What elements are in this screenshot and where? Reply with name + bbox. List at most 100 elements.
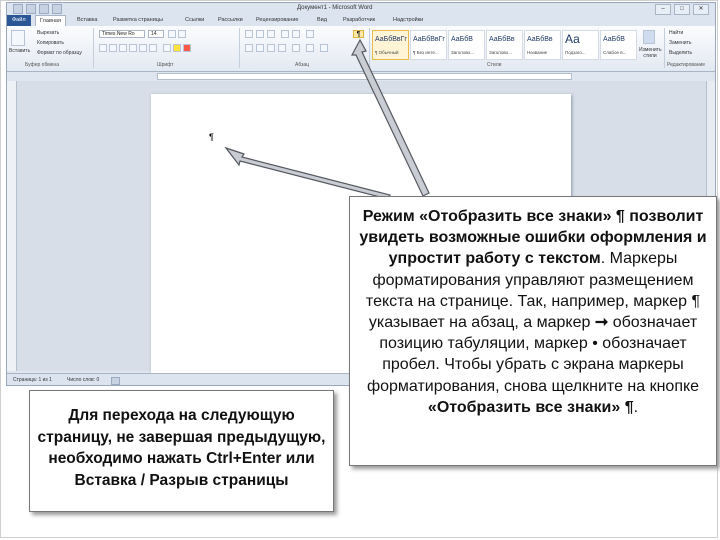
status-page[interactable]: Страница: 1 из 1 — [13, 377, 52, 383]
paste-button[interactable]: Вставить — [9, 48, 30, 54]
save-icon[interactable] — [26, 4, 36, 14]
decrease-indent-icon[interactable] — [281, 30, 289, 38]
ribbon-separator — [664, 28, 665, 68]
title-bar: Документ1 - Microsoft Word – □ ✕ — [7, 3, 715, 15]
tab-review[interactable]: Рецензирование — [256, 17, 298, 23]
strikethrough-icon[interactable] — [129, 44, 137, 52]
style-name: ¶ Без инте... — [413, 50, 439, 55]
tab-file[interactable]: Файл — [7, 15, 31, 26]
highlight-icon[interactable] — [173, 44, 181, 52]
style-name: Слабое в... — [603, 50, 627, 55]
cut-button[interactable]: Вырезать — [37, 30, 59, 36]
redo-icon[interactable] — [52, 4, 62, 14]
grow-font-icon[interactable] — [168, 30, 176, 38]
tab-addins[interactable]: Надстройки — [393, 17, 423, 23]
shrink-font-icon[interactable] — [178, 30, 186, 38]
replace-button[interactable]: Заменить — [669, 40, 691, 46]
subscript-icon[interactable] — [139, 44, 147, 52]
ribbon: Вставить Вырезать Копировать Формат по о… — [7, 26, 715, 72]
tab-marker-arrow-icon: ➞ — [594, 314, 609, 332]
ribbon-separator — [369, 28, 370, 68]
tab-home[interactable]: Главная — [35, 15, 66, 26]
style-no-spacing[interactable]: АаБбВвГг ¶ Без инте... — [410, 30, 447, 60]
style-sample: АаБбВвГг — [413, 36, 445, 43]
italic-icon[interactable] — [109, 44, 117, 52]
change-styles-icon[interactable] — [643, 30, 655, 44]
increase-indent-icon[interactable] — [292, 30, 300, 38]
style-sample: АаБбВ — [603, 36, 625, 43]
format-painter-button[interactable]: Формат по образцу — [37, 50, 82, 56]
underline-icon[interactable] — [119, 44, 127, 52]
horizontal-ruler[interactable] — [7, 72, 715, 81]
style-subtle-emphasis[interactable]: АаБбВ Слабое в... — [600, 30, 637, 60]
status-words[interactable]: Число слов: 0 — [67, 377, 99, 383]
style-name: Подзаго... — [565, 50, 586, 55]
style-title[interactable]: АаБбВв Название — [524, 30, 561, 60]
show-all-marks-button[interactable]: ¶ — [353, 30, 364, 38]
align-center-icon[interactable] — [256, 44, 264, 52]
tab-insert[interactable]: Вставка — [77, 17, 97, 23]
language-icon[interactable] — [111, 377, 120, 385]
ribbon-tabs: Файл Главная Вставка Разметка страницы С… — [7, 15, 715, 26]
align-left-icon[interactable] — [245, 44, 253, 52]
style-name: ¶ Обычный — [375, 50, 399, 55]
style-sample: АаБбВ — [451, 36, 473, 43]
ribbon-separator — [93, 28, 94, 68]
word-app-icon — [13, 4, 23, 14]
undo-icon[interactable] — [39, 4, 49, 14]
tab-page-layout[interactable]: Разметка страницы — [113, 17, 163, 23]
page-break-text: Для перехода на следующую страницу, не з… — [37, 407, 326, 489]
font-color-icon[interactable] — [183, 44, 191, 52]
style-name: Заголово... — [451, 50, 474, 55]
clipboard-group-label: Буфер обмена — [25, 62, 59, 68]
numbering-icon[interactable] — [256, 30, 264, 38]
style-sample: Аа — [565, 32, 580, 46]
sort-icon[interactable] — [306, 30, 314, 38]
paste-icon[interactable] — [11, 30, 25, 46]
callout-bold-end: «Отобразить все знаки» ¶ — [427, 398, 634, 416]
page-break-callout: Для перехода на следующую страницу, не з… — [29, 390, 334, 512]
ruler-bar — [157, 73, 572, 80]
change-styles-button[interactable]: Изменить стили — [639, 47, 662, 59]
window-title: Документ1 - Microsoft Word — [297, 5, 373, 11]
align-right-icon[interactable] — [267, 44, 275, 52]
shading-icon[interactable] — [306, 44, 314, 52]
text-effects-icon[interactable] — [163, 44, 171, 52]
style-subtitle[interactable]: Аа Подзаго... — [562, 30, 599, 60]
maximize-button[interactable]: □ — [674, 4, 690, 15]
editing-group-label: Редактирование — [667, 62, 706, 68]
callout-text-end: . — [633, 398, 639, 416]
bold-icon[interactable] — [99, 44, 107, 52]
tab-view[interactable]: Вид — [317, 17, 327, 23]
superscript-icon[interactable] — [149, 44, 157, 52]
vertical-ruler[interactable] — [7, 81, 17, 371]
style-name: Заголово... — [489, 50, 512, 55]
paragraph-mark: ¶ — [209, 132, 214, 142]
style-heading-2[interactable]: АаБбВв Заголово... — [486, 30, 523, 60]
copy-button[interactable]: Копировать — [37, 40, 64, 46]
find-button[interactable]: Найти — [669, 30, 683, 36]
select-button[interactable]: Выделить — [669, 50, 692, 56]
bullets-icon[interactable] — [245, 30, 253, 38]
paragraph-group-label: Абзац — [295, 62, 310, 68]
tab-references[interactable]: Ссылки — [185, 17, 204, 23]
font-group-label: Шрифт — [157, 62, 174, 68]
show-marks-callout: Режим «Отобразить все знаки» ¶ позволит … — [349, 196, 717, 466]
tab-mailings[interactable]: Рассылки — [218, 17, 243, 23]
justify-icon[interactable] — [278, 44, 286, 52]
multilevel-list-icon[interactable] — [267, 30, 275, 38]
space-marker-dot-icon: • — [592, 335, 598, 353]
font-size-combo[interactable]: 14 — [148, 30, 164, 38]
style-sample: АаБбВв — [527, 36, 553, 43]
tab-developer[interactable]: Разработчик — [343, 17, 375, 23]
styles-group-label: Стили — [487, 62, 502, 68]
style-sample: АаБбВв — [489, 36, 515, 43]
line-spacing-icon[interactable] — [292, 44, 300, 52]
style-normal[interactable]: АаБбВвГг ¶ Обычный — [372, 30, 409, 60]
borders-icon[interactable] — [320, 44, 328, 52]
style-sample: АаБбВвГг — [375, 36, 407, 43]
close-button[interactable]: ✕ — [693, 4, 709, 15]
minimize-button[interactable]: – — [655, 4, 671, 15]
style-heading-1[interactable]: АаБбВ Заголово... — [448, 30, 485, 60]
font-name-combo[interactable]: Times New Ro — [99, 30, 145, 38]
